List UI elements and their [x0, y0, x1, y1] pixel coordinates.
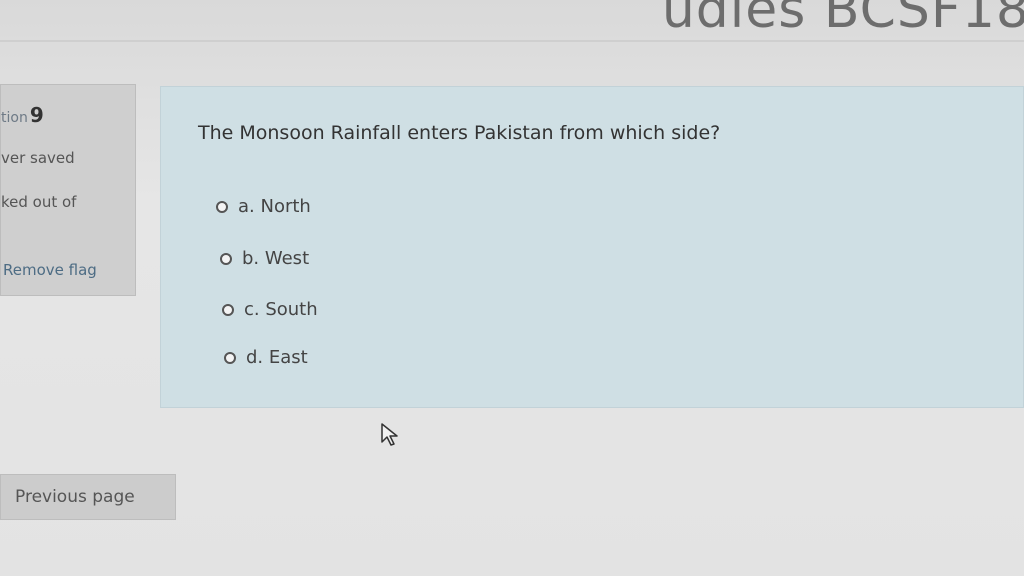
question-text: The Monsoon Rainfall enters Pakistan fro… [198, 122, 721, 144]
radio-button-icon[interactable] [216, 200, 228, 213]
option-c[interactable]: c. South [222, 299, 318, 320]
save-status: ver saved [1, 149, 75, 167]
option-a[interactable]: a. North [216, 196, 311, 217]
option-label: d. East [246, 347, 308, 368]
option-label: b. West [242, 248, 310, 269]
course-title: udies BCSF18 [661, 0, 1024, 40]
header-divider [0, 40, 1024, 42]
option-label: a. North [238, 196, 311, 217]
option-d[interactable]: d. East [224, 347, 308, 368]
option-b[interactable]: b. West [220, 248, 309, 269]
radio-button-icon[interactable] [224, 351, 236, 364]
question-number-value: 9 [29, 103, 44, 127]
question-number: tion 9 [1, 103, 44, 127]
option-label: c. South [244, 299, 318, 320]
remove-flag-link[interactable]: Remove flag [3, 261, 97, 279]
radio-button-icon[interactable] [222, 303, 234, 316]
marks-info: ked out of [1, 193, 77, 211]
page-header: udies BCSF18 [0, 0, 1024, 40]
previous-page-button[interactable]: Previous page [0, 474, 176, 520]
question-info-panel: tion 9 ver saved ked out of Remove flag [0, 84, 136, 296]
question-number-prefix: tion [1, 110, 28, 126]
mouse-pointer-icon [381, 423, 398, 446]
radio-button-icon[interactable] [220, 252, 232, 265]
